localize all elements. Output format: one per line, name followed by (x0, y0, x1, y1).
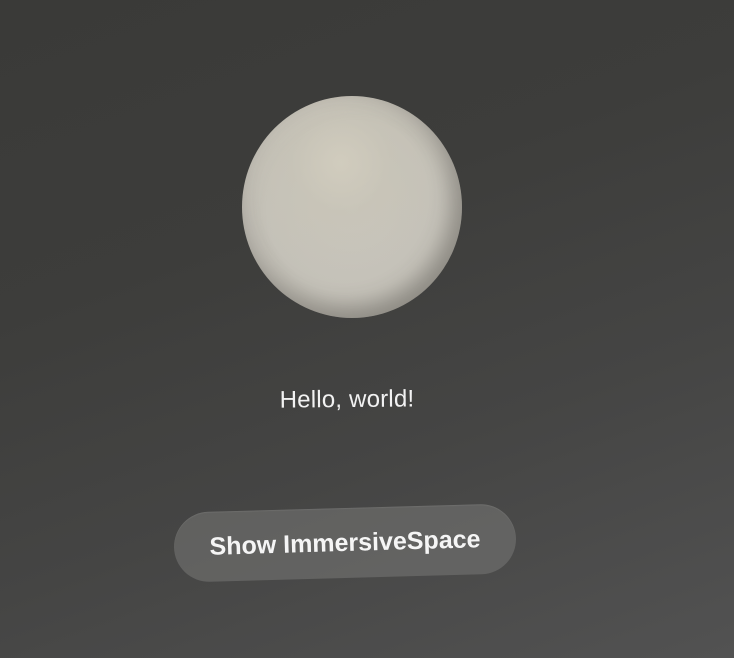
app-window: Hello, world! Show ImmersiveSpace (0, 0, 734, 658)
show-immersive-space-button[interactable]: Show ImmersiveSpace (173, 503, 517, 583)
greeting-text: Hello, world! (279, 385, 415, 414)
sphere-model (242, 96, 462, 318)
